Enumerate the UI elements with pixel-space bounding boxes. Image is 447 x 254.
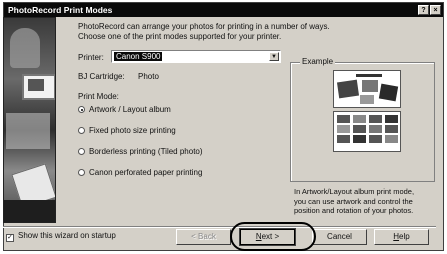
radio-artwork-layout[interactable]: Artwork / Layout album	[78, 105, 171, 115]
radio-borderless[interactable]: Borderless printing (Tiled photo)	[78, 147, 203, 157]
radio-label: Canon perforated paper printing	[89, 168, 203, 177]
radio-fixed-size[interactable]: Fixed photo size printing	[78, 126, 176, 136]
radio-label: Borderless printing (Tiled photo)	[89, 147, 203, 156]
thumbnail-photo	[369, 135, 382, 143]
thumbnail-photo	[337, 115, 350, 123]
thumbnail-photo	[353, 135, 366, 143]
photo-collage-shape	[22, 74, 55, 100]
back-button[interactable]: < Back	[176, 229, 231, 245]
explanation-line: you can use artwork and control the	[294, 196, 413, 206]
thumbnail-photo	[385, 125, 398, 133]
cartridge-value: Photo	[138, 72, 159, 81]
example-legend: Example	[300, 57, 336, 66]
window-title: PhotoRecord Print Modes	[8, 5, 113, 15]
help-button[interactable]: Help	[374, 229, 429, 245]
radio-unchecked-icon[interactable]	[78, 169, 85, 176]
radio-perforated[interactable]: Canon perforated paper printing	[78, 168, 202, 178]
show-wizard-option[interactable]: ✓ Show this wizard on startup	[6, 231, 116, 242]
radio-label: Artwork / Layout album	[89, 105, 171, 114]
example-grid-thumbnail	[333, 111, 401, 152]
radio-checked-icon[interactable]	[78, 106, 85, 113]
cartridge-label: BJ Cartridge:	[78, 72, 125, 81]
explanation-line: In Artwork/Layout album print mode,	[294, 187, 415, 196]
checkbox-checked-icon[interactable]: ✓	[6, 234, 14, 242]
intro-text: PhotoRecord can arrange your photos for …	[78, 22, 368, 42]
thumbnail-photo	[362, 80, 378, 92]
thumbnail-photo	[385, 115, 398, 123]
thumbnail-photo	[337, 125, 350, 133]
thumbnail-photo	[336, 79, 360, 99]
cancel-button[interactable]: Cancel	[312, 229, 367, 245]
close-icon[interactable]: ×	[430, 5, 441, 15]
photo-collage-shape	[10, 28, 40, 68]
chevron-down-icon[interactable]: ▼	[269, 52, 279, 61]
printer-dropdown[interactable]: Canon S900 ▼	[111, 50, 281, 63]
example-layout-thumbnail	[333, 70, 401, 108]
help-label: elp	[399, 232, 410, 241]
title-bar[interactable]: PhotoRecord Print Modes ? ×	[4, 3, 443, 17]
printer-label: Printer:	[78, 53, 104, 62]
help-icon[interactable]: ?	[418, 5, 429, 15]
photo-collage-shape	[6, 113, 50, 149]
mode-explanation: In Artwork/Layout album print mode, you …	[294, 187, 444, 216]
thumbnail-photo	[360, 95, 374, 104]
thumbnail-photo	[353, 125, 366, 133]
thumbnail-photo	[369, 125, 382, 133]
thumbnail-photo	[369, 115, 382, 123]
next-button-highlight	[230, 222, 316, 251]
show-wizard-label: Show this wizard on startup	[18, 231, 116, 240]
photo-collage-shape	[4, 200, 55, 222]
thumbnail-photo	[353, 115, 366, 123]
thumbnail-photo	[385, 135, 398, 143]
radio-label: Fixed photo size printing	[89, 126, 176, 135]
radio-unchecked-icon[interactable]	[78, 127, 85, 134]
thumbnail-title-bar	[356, 74, 382, 77]
explanation-line: position and rotation of your photos.	[294, 206, 414, 215]
print-mode-label: Print Mode:	[78, 92, 119, 101]
footer-divider	[3, 226, 436, 228]
wizard-side-image	[3, 17, 56, 223]
intro-line: Choose one of the print modes supported …	[78, 32, 282, 41]
printer-selected-value: Canon S900	[114, 52, 163, 61]
radio-unchecked-icon[interactable]	[78, 148, 85, 155]
thumbnail-photo	[337, 135, 350, 143]
thumbnail-photo	[378, 83, 399, 102]
intro-line: PhotoRecord can arrange your photos for …	[78, 22, 330, 31]
